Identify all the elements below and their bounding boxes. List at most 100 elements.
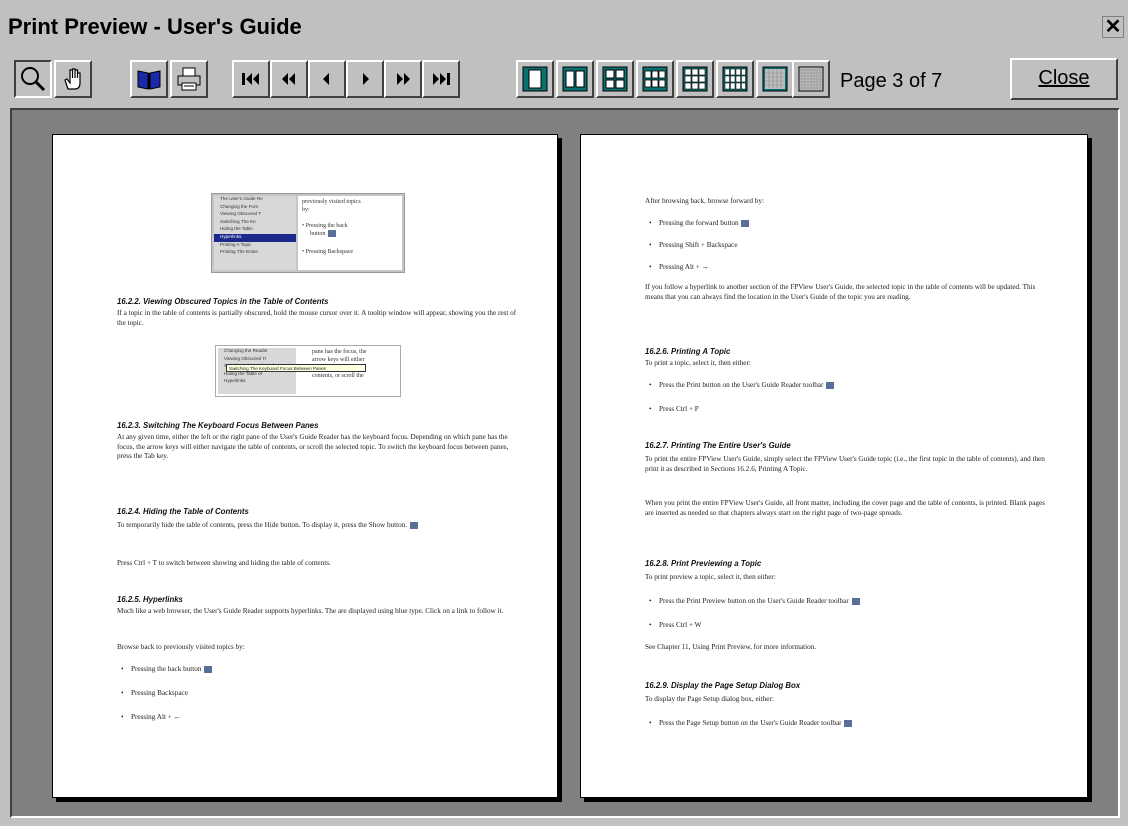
paragraph-text: To display the Page Setup dialog box, ei… [645, 695, 774, 703]
paragraph: Much like a web browser, the User's Guid… [117, 607, 517, 617]
figure-pane-line: button [302, 230, 398, 238]
previous-icon [323, 73, 329, 85]
heading-text: 16.2.4. Hiding the Table of Contents [117, 507, 249, 516]
last-page-icon [433, 73, 450, 85]
heading-text: 16.2.9. Display the Page Setup Dialog Bo… [645, 681, 801, 690]
pan-button[interactable] [54, 60, 92, 98]
print-preview-button-icon [851, 597, 860, 605]
zoom-button[interactable] [14, 60, 52, 98]
nine-page-view-button[interactable] [676, 60, 714, 98]
close-icon[interactable]: ✕ [1102, 16, 1124, 38]
paragraph-text: Press Ctrl + T to switch between showing… [117, 559, 331, 567]
paragraph-text: See Chapter 11, Using Print Preview, for… [645, 643, 817, 651]
back-button-icon [327, 230, 336, 238]
bullet-text: Press the Print button on the User's Gui… [659, 381, 824, 389]
bullet-item: Press the Page Setup button on the User'… [649, 719, 1047, 729]
figure-pane-line: • Pressing the back [302, 223, 348, 230]
four-page-icon [602, 66, 628, 92]
figure-toc-item: The User's Guide Re [220, 196, 263, 201]
paragraph: To temporarily hide the table of content… [117, 521, 517, 531]
figure-pane-text: button [310, 231, 326, 238]
heading-text: 16.2.2. Viewing Obscured Topics in the T… [117, 297, 329, 306]
bullet-item: Pressing Shift + Backspace [649, 241, 1047, 251]
paragraph-text: To print a topic, select it, then either… [645, 359, 751, 367]
section-heading: 16.2.8. Print Previewing a Topic [645, 559, 1047, 570]
figure-toc-item: Switching The Ke [220, 218, 256, 224]
book-button[interactable] [130, 60, 168, 98]
paragraph: If you follow a hyperlink to another sec… [645, 283, 1047, 302]
fast-forward-icon [397, 73, 410, 85]
figure-pane-text: Pressing the back [305, 223, 348, 230]
previous-page-button[interactable] [308, 60, 346, 98]
one-page-icon [522, 66, 548, 92]
bullet-item: Pressing Alt + → [649, 263, 1047, 273]
many-page-icon [762, 66, 788, 92]
toolbar: Page 3 of 7 Close [0, 56, 1128, 104]
figure-toc-item: Printing The Entire [220, 249, 258, 255]
six-page-view-button[interactable] [636, 60, 674, 98]
bullet-item: Pressing Backspace [121, 689, 517, 699]
rewind-icon [282, 73, 295, 85]
print-button-icon [826, 381, 835, 389]
one-page-view-button[interactable] [516, 60, 554, 98]
bullet-item: Press the Print Preview button on the Us… [649, 597, 1047, 607]
next-page-button[interactable] [346, 60, 384, 98]
figure-pane: previously visited topics by: • Pressing… [298, 196, 402, 270]
all-pages-icon [798, 66, 824, 92]
bullet-text: Pressing Shift + Backspace [659, 241, 738, 249]
figure-toc-item: Viewing Obscured T [220, 211, 262, 217]
section-heading: 16.2.9. Display the Page Setup Dialog Bo… [645, 681, 1047, 692]
bullet-item: Pressing the back button [121, 665, 517, 675]
heading-text: 16.2.7. Printing The Entire User's Guide [645, 441, 791, 450]
heading-text: 16.2.5. Hyperlinks [117, 595, 183, 604]
heading-text: 16.2.8. Print Previewing a Topic [645, 559, 762, 568]
paragraph: When you print the entire FPView User's … [645, 499, 1047, 518]
nine-page-icon [682, 66, 708, 92]
twelve-page-view-button[interactable] [716, 60, 754, 98]
figure-toc: The User's Guide Re Changing the Font Vi… [214, 196, 296, 270]
bullet-item: Pressing the forward button [649, 219, 1047, 229]
paragraph-text: If you follow a hyperlink to another sec… [645, 283, 1036, 301]
bullet-item: Press the Print button on the User's Gui… [649, 381, 1047, 391]
paragraph-text: To temporarily hide the table of content… [117, 521, 408, 529]
bullet-text: Press Ctrl + P [659, 405, 699, 413]
heading-text: 16.2.3. Switching The Keyboard Focus Bet… [117, 421, 319, 430]
paragraph: To display the Page Setup dialog box, ei… [645, 695, 1047, 705]
section-heading: 16.2.2. Viewing Obscured Topics in the T… [117, 297, 517, 308]
six-page-icon [642, 66, 668, 92]
page-left: The User's Guide Re Changing the Font Vi… [52, 134, 558, 798]
paragraph-text: At any given time, either the left or th… [117, 433, 509, 461]
two-page-view-button[interactable] [556, 60, 594, 98]
figure-tooltip: Switching The Keyboard Focus Between Pan… [226, 364, 366, 372]
section-heading: 16.2.5. Hyperlinks [117, 595, 517, 606]
back-five-button[interactable] [270, 60, 308, 98]
close-button-label: Close [1038, 67, 1090, 89]
section-heading: 16.2.6. Printing A Topic [645, 347, 1047, 358]
print-button[interactable] [170, 60, 208, 98]
paragraph: At any given time, either the left or th… [117, 433, 517, 462]
four-page-view-button[interactable] [596, 60, 634, 98]
close-button[interactable]: Close [1010, 58, 1118, 100]
preview-area[interactable]: The User's Guide Re Changing the Font Vi… [10, 108, 1120, 818]
forward-five-button[interactable] [384, 60, 422, 98]
figure-toc-item: Changing the Reader [224, 348, 268, 353]
last-page-button[interactable] [422, 60, 460, 98]
figure-toc-item: Changing the Font [220, 203, 258, 209]
paragraph-text: Much like a web browser, the User's Guid… [117, 607, 504, 615]
twelve-page-icon [722, 66, 748, 92]
title-bar: Print Preview - User's Guide ✕ [0, 0, 1128, 56]
bullet-text: Pressing Alt + ← [131, 713, 181, 721]
paragraph-text: To print the entire FPView User's Guide,… [645, 455, 1045, 473]
paragraph-text: When you print the entire FPView User's … [645, 499, 1045, 517]
back-button-icon [204, 665, 213, 673]
many-page-view-button[interactable] [756, 60, 794, 98]
first-page-button[interactable] [232, 60, 270, 98]
paragraph: Browse back to previously visited topics… [117, 643, 517, 653]
bullet-text: Press the Page Setup button on the User'… [659, 719, 842, 727]
paragraph: To print a topic, select it, then either… [645, 359, 1047, 369]
two-page-icon [562, 66, 588, 92]
all-pages-view-button[interactable] [792, 60, 830, 98]
bullet-text: Pressing the back button [131, 665, 202, 673]
printer-icon [177, 67, 201, 91]
paragraph: After browsing back, browse forward by: [645, 197, 1047, 207]
